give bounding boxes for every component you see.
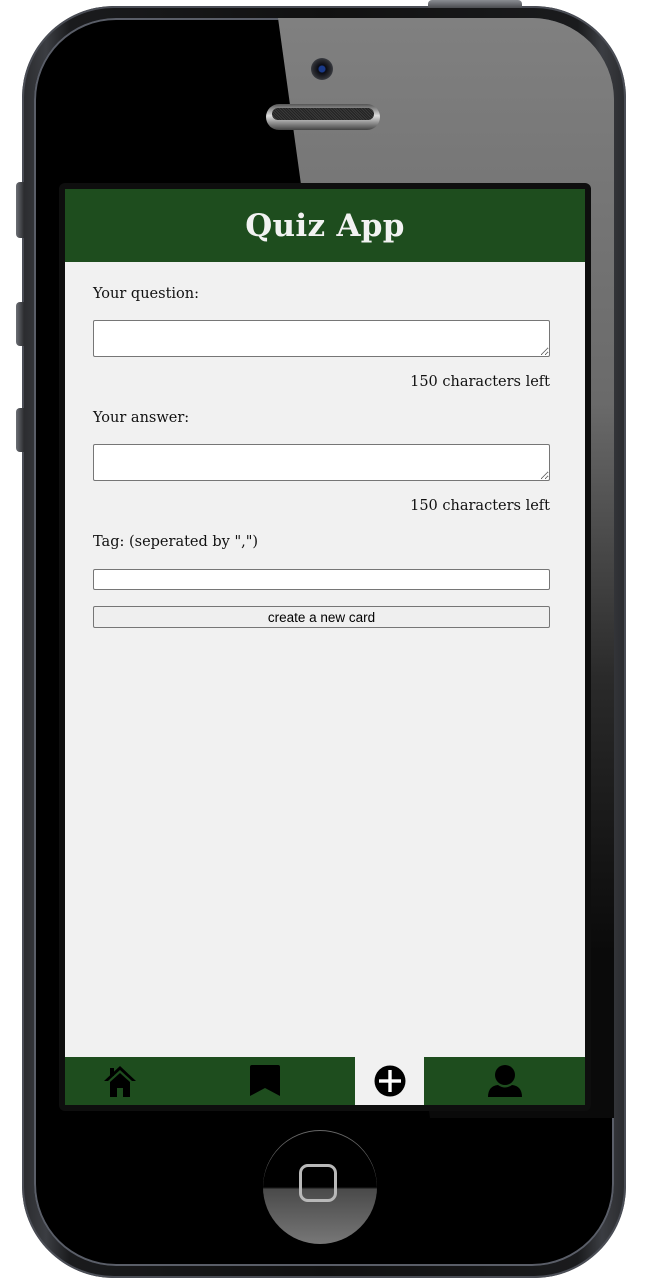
nav-item-add-card[interactable] [355,1057,424,1105]
nav-item-bookmarks[interactable] [175,1057,355,1105]
tag-label: Tag: (seperated by ",") [93,534,259,550]
tag-input[interactable] [93,569,550,590]
user-icon [486,1064,524,1098]
home-button-square-icon [299,1164,337,1202]
question-label: Your question: [93,286,199,302]
home-icon [102,1064,138,1098]
bottom-nav [65,1057,585,1105]
question-char-counter: 150 characters left [410,374,550,390]
app-header: Quiz App [65,189,585,262]
bookmark-icon [247,1064,283,1098]
earpiece-speaker [266,104,380,130]
answer-label: Your answer: [93,410,190,426]
power-button [428,0,522,8]
answer-textarea[interactable] [93,444,550,481]
answer-char-counter: 150 characters left [410,498,550,514]
home-hardware-button [263,1130,377,1244]
question-textarea[interactable] [93,320,550,357]
volume-down-button [16,408,24,452]
app-title: Quiz App [245,207,405,244]
mute-switch [16,182,24,238]
create-card-button[interactable]: create a new card [93,606,550,628]
nav-item-profile[interactable] [424,1057,585,1105]
front-camera [311,58,333,80]
app-screen: Quiz App Your question: 150 characters l… [65,189,585,1105]
volume-up-button [16,302,24,346]
plus-circle-icon [374,1065,406,1097]
nav-item-home[interactable] [65,1057,175,1105]
